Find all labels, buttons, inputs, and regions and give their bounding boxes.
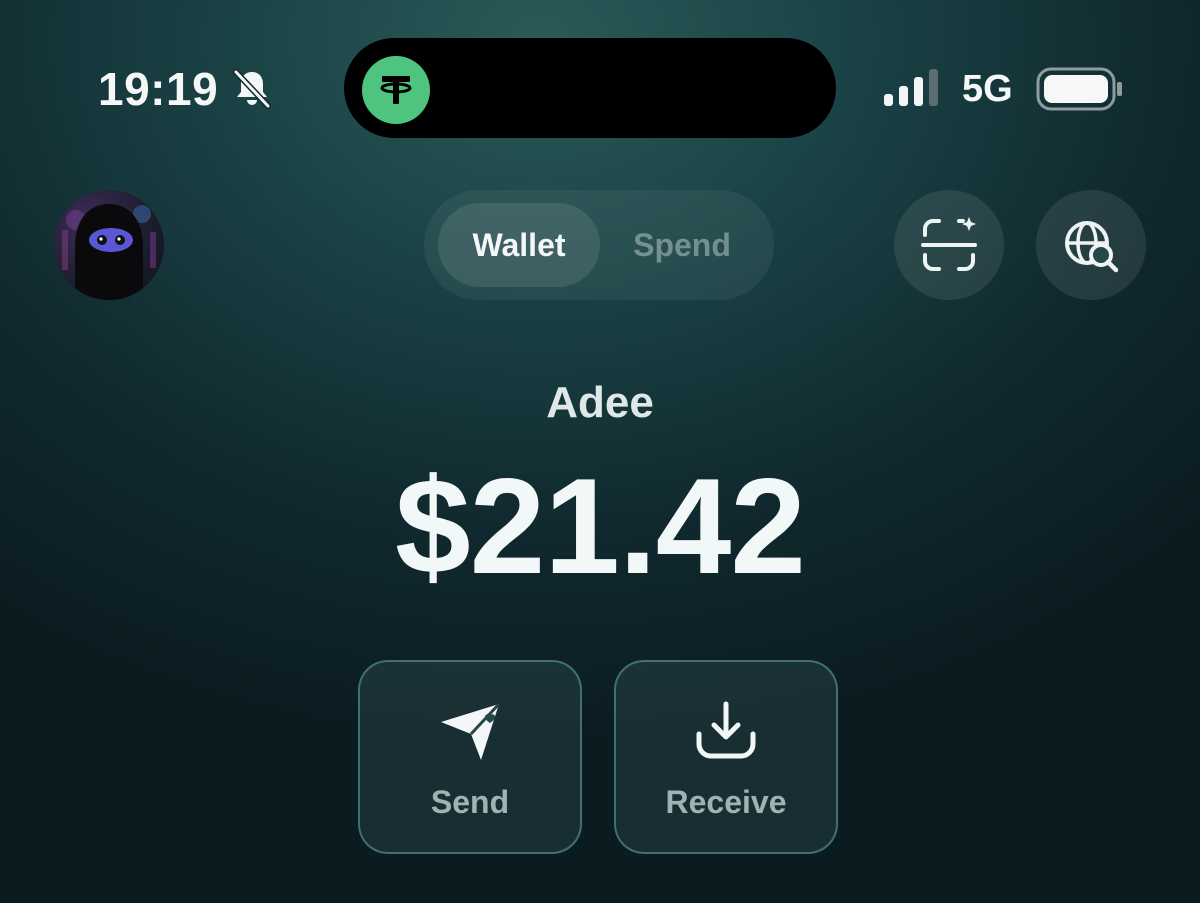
tether-icon [362, 56, 430, 124]
receive-button[interactable]: Receive [614, 660, 838, 854]
receive-label: Receive [665, 784, 787, 820]
avatar[interactable] [54, 190, 164, 300]
globe-search-icon [1065, 221, 1119, 273]
bell-slash-icon [233, 69, 271, 109]
send-icon [441, 702, 501, 760]
send-label: Send [430, 784, 510, 820]
browser-button[interactable] [1036, 190, 1146, 300]
status-time: 19:19 [98, 63, 219, 115]
scan-button[interactable] [894, 190, 1004, 300]
tab-spend[interactable]: Spend [604, 203, 760, 287]
download-icon [696, 701, 756, 759]
balance-amount: $21.42 [395, 450, 806, 602]
battery-icon [1036, 67, 1122, 111]
signal-icon [884, 69, 938, 106]
send-button[interactable]: Send [358, 660, 582, 854]
tab-wallet[interactable]: Wallet [438, 203, 600, 287]
account-name: Adee [546, 378, 654, 427]
scan-icon [921, 217, 977, 271]
network-label: 5G [962, 68, 1013, 110]
